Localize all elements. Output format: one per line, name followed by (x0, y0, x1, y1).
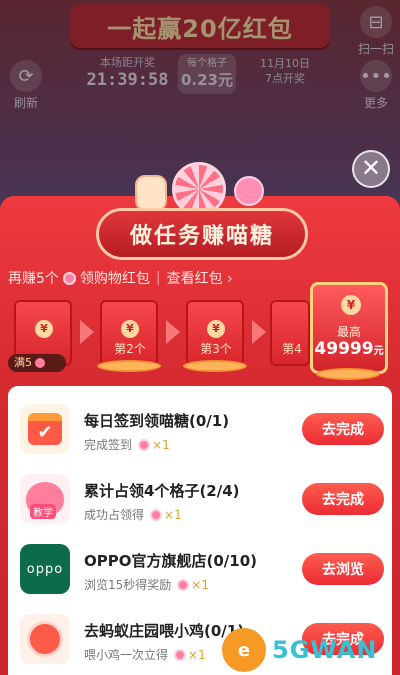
candy-icon (174, 648, 187, 661)
calendar-check-icon: ✔ (20, 404, 70, 454)
task-subtitle: 浏览15秒得奖励 ×1 (84, 576, 209, 593)
red-envelope-4[interactable]: 第4 (270, 300, 310, 366)
top-prize-label: 最高 (336, 325, 361, 339)
envelope-seal-icon: ¥ (207, 320, 225, 338)
cat-tag: 教学 (30, 504, 56, 519)
envelope-seal-icon: ¥ (121, 320, 139, 338)
candy-icon (62, 271, 76, 285)
envelope-pedestal (97, 360, 161, 372)
arrow-right-icon (166, 320, 180, 344)
oppo-logo-text: oppo (26, 561, 64, 577)
task-title: 每日签到领喵糖(0/1) (84, 412, 230, 430)
task-multiplier: ×1 (188, 647, 206, 662)
task-subtitle-text: 完成签到 (84, 438, 133, 452)
arrow-right-icon (80, 320, 94, 344)
task-subtitle-text: 成功占领得 (84, 508, 145, 522)
task-row: ✔ 每日签到领喵糖(0/1) 完成签到 ×1 去完成 (8, 396, 392, 462)
envelope-caption: 第3个 (200, 342, 232, 356)
task-row: oppo OPPO官方旗舰店(0/10) 浏览15秒得奖励 ×1 去浏览 (8, 536, 392, 602)
top-prize-value: 49999 (314, 339, 374, 359)
task-action-button[interactable]: 去完成 (302, 413, 384, 445)
oppo-logo-icon: oppo (20, 544, 70, 594)
envelope-seal-icon: ¥ (35, 320, 53, 338)
candy-icon (177, 578, 190, 591)
watermark-text: 5GWAN (272, 636, 378, 664)
envelope-caption: 第4 (282, 342, 302, 356)
candy-icon (35, 358, 45, 368)
full-count-tag: 满5 (8, 354, 66, 372)
subline-prefix: 再赚5个 (8, 271, 59, 287)
task-title: OPPO官方旗舰店(0/10) (84, 552, 257, 570)
envelope-caption: 第2个 (114, 342, 146, 356)
top-prize-amount: 49999元 (313, 339, 385, 359)
candy-icon (150, 508, 163, 521)
task-title: 累计占领4个格子(2/4) (84, 482, 240, 500)
full-count-text: 满5 (14, 356, 32, 369)
task-multiplier: ×1 (164, 507, 182, 522)
marshmallow-icon (135, 175, 167, 211)
progress-subline: 再赚5个 领购物红包 | 查看红包 › (8, 268, 233, 288)
subline-reward: 领购物红包 (79, 271, 150, 287)
close-icon[interactable]: ✕ (352, 150, 390, 188)
candy-icon (234, 176, 264, 206)
task-multiplier: ×1 (152, 437, 170, 452)
panel-title: 做任务赚喵糖 (96, 208, 308, 260)
task-subtitle: 完成签到 ×1 (84, 436, 170, 453)
task-multiplier: ×1 (191, 577, 209, 592)
envelope-seal-icon: ¥ (341, 295, 361, 315)
panel-title-text: 做任务赚喵糖 (129, 224, 274, 249)
separator: | (155, 270, 161, 286)
envelope-pedestal (183, 360, 247, 372)
task-subtitle-text: 浏览15秒得奖励 (84, 578, 172, 592)
view-envelope-link[interactable]: 查看红包 › (167, 268, 233, 288)
task-row: 教学 累计占领4个格子(2/4) 成功占领得 ×1 去完成 (8, 466, 392, 532)
task-subtitle-text: 喂小鸡一次立得 (84, 648, 169, 662)
red-envelope-3[interactable]: ¥ 第3个 (186, 300, 244, 366)
site-watermark: e 5GWAN (222, 628, 398, 672)
task-title: 去蚂蚁庄园喂小鸡(0/1) (84, 622, 245, 640)
top-prize-envelope[interactable]: ¥ 最高 49999元 (310, 282, 388, 374)
envelope-pedestal (316, 368, 380, 380)
top-prize-unit: 元 (373, 346, 384, 357)
task-action-button[interactable]: 去完成 (302, 483, 384, 515)
candy-icon (138, 438, 151, 451)
cat-mascot-icon: 教学 (20, 474, 70, 524)
red-envelope-2[interactable]: ¥ 第2个 (100, 300, 158, 366)
task-subtitle: 成功占领得 ×1 (84, 506, 182, 523)
watermark-logo-icon: e (222, 628, 266, 672)
task-subtitle: 喂小鸡一次立得 ×1 (84, 646, 206, 663)
arrow-right-icon (252, 320, 266, 344)
chick-icon (20, 614, 70, 664)
task-action-button[interactable]: 去浏览 (302, 553, 384, 585)
